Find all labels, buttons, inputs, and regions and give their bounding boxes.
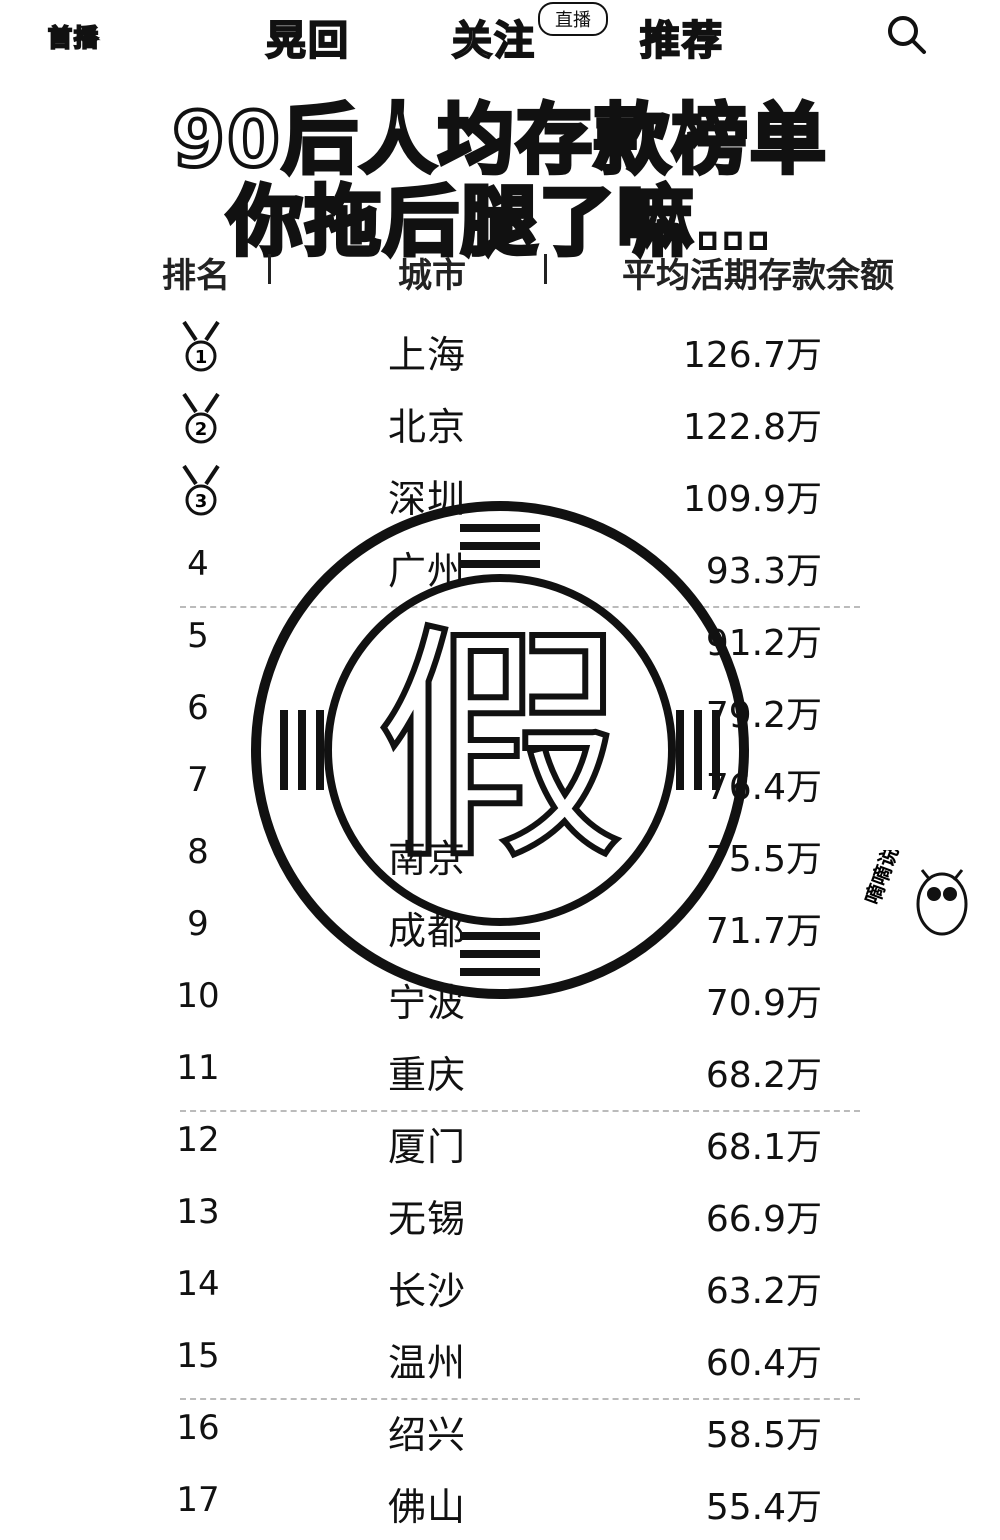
deposit-amount: 66.9万: [705, 1199, 822, 1240]
gold-medal-icon: 1: [182, 320, 220, 372]
svg-text:2: 2: [195, 419, 208, 440]
header-city: 城市: [398, 256, 466, 296]
deposit-amount: 79.2万: [705, 695, 822, 736]
tab-latest[interactable]: 晃回: [265, 8, 350, 66]
rank-number: 5: [187, 616, 209, 656]
city-name: 绍兴: [388, 1413, 467, 1457]
city-name: 上海: [388, 333, 467, 377]
deposit-amount: 68.1万: [705, 1127, 822, 1168]
deposit-amount: 75.5万: [705, 839, 822, 880]
city-name: 佛山: [388, 1485, 467, 1529]
city-name: 宁波: [388, 981, 467, 1025]
rank-number: 6: [187, 688, 209, 728]
rank-number: 4: [187, 544, 209, 584]
header-divider: [268, 254, 271, 284]
deposit-amount: 68.2万: [705, 1055, 822, 1096]
table-row: 12 厦门 68.1万: [0, 1108, 1000, 1180]
mascot-label: 嘀嘀说点: [860, 850, 910, 908]
table-row: 5 91.2万: [0, 604, 1000, 676]
table-row: 1 上海 126.7万: [0, 316, 1000, 388]
table-row: 3 深圳 109.9万: [0, 460, 1000, 532]
deposit-amount: 91.2万: [705, 623, 822, 664]
city-name: 重庆: [388, 1053, 467, 1097]
table-row: 17 佛山 55.4万: [0, 1468, 1000, 1540]
rank-number: 17: [176, 1480, 220, 1520]
city-name: 深圳: [388, 477, 467, 521]
top-navigation: 首播 晃回 关注 直播 推荐: [0, 0, 1000, 70]
rank-number: 13: [176, 1192, 220, 1232]
svg-text:1: 1: [195, 347, 208, 368]
table-row: 16 绍兴 58.5万: [0, 1396, 1000, 1468]
deposit-amount: 122.8万: [682, 407, 822, 448]
city-name: 广州: [388, 549, 467, 593]
table-row: 14 长沙 63.2万: [0, 1252, 1000, 1324]
city-name: 成都: [388, 909, 467, 953]
deposit-amount: 126.7万: [682, 335, 822, 376]
bronze-medal-icon: 3: [182, 464, 220, 516]
city-name: 无锡: [388, 1197, 467, 1241]
svg-text:3: 3: [195, 491, 208, 512]
nav-left-label[interactable]: 首播: [47, 18, 100, 53]
table-row: 10 宁波 70.9万: [0, 964, 1000, 1036]
table-row: 7 76.4万: [0, 748, 1000, 820]
deposit-amount: 109.9万: [682, 479, 822, 520]
deposit-amount: 63.2万: [705, 1271, 822, 1312]
header-rank: 排名: [162, 256, 230, 296]
tab-recommend[interactable]: 推荐: [639, 8, 724, 66]
city-name: 北京: [388, 405, 467, 449]
header-amount: 平均活期存款余额: [622, 256, 894, 296]
city-name: 南京: [388, 837, 467, 881]
city-name: 厦门: [388, 1125, 467, 1169]
city-name: 长沙: [388, 1269, 467, 1313]
rank-number: 14: [176, 1264, 220, 1304]
table-row: 11 重庆 68.2万: [0, 1036, 1000, 1112]
city-name: 温州: [388, 1341, 467, 1385]
table-row: 4 广州 93.3万: [0, 532, 1000, 608]
deposit-amount: 58.5万: [705, 1415, 822, 1456]
search-icon[interactable]: [884, 12, 928, 56]
deposit-amount: 93.3万: [705, 551, 822, 592]
deposit-amount: 70.9万: [705, 983, 822, 1024]
live-badge[interactable]: 直播: [538, 2, 608, 36]
table-row: 2 北京 122.8万: [0, 388, 1000, 460]
table-row: 13 无锡 66.9万: [0, 1180, 1000, 1252]
deposit-amount: 60.4万: [705, 1343, 822, 1384]
header-divider: [544, 254, 547, 284]
deposit-amount: 71.7万: [705, 911, 822, 952]
table-row: 15 温州 60.4万: [0, 1324, 1000, 1400]
table-row: 9 成都 71.7万: [0, 892, 1000, 964]
rank-number: 16: [176, 1408, 220, 1448]
deposit-amount: 55.4万: [705, 1487, 822, 1528]
rank-number: 9: [187, 904, 209, 944]
owl-mascot-icon: 嘀嘀说点: [860, 850, 968, 936]
rank-number: 12: [176, 1120, 220, 1160]
silver-medal-icon: 2: [182, 392, 220, 444]
rank-number: 10: [176, 976, 220, 1016]
deposit-amount: 76.4万: [705, 767, 822, 808]
rank-number: 15: [176, 1336, 220, 1376]
rank-number: 8: [187, 832, 209, 872]
table-row: 6 79.2万: [0, 676, 1000, 748]
rank-number: 11: [176, 1048, 220, 1088]
rank-number: 7: [187, 760, 209, 800]
table-row: 8 南京 75.5万: [0, 820, 1000, 892]
tab-following[interactable]: 关注: [451, 8, 536, 66]
